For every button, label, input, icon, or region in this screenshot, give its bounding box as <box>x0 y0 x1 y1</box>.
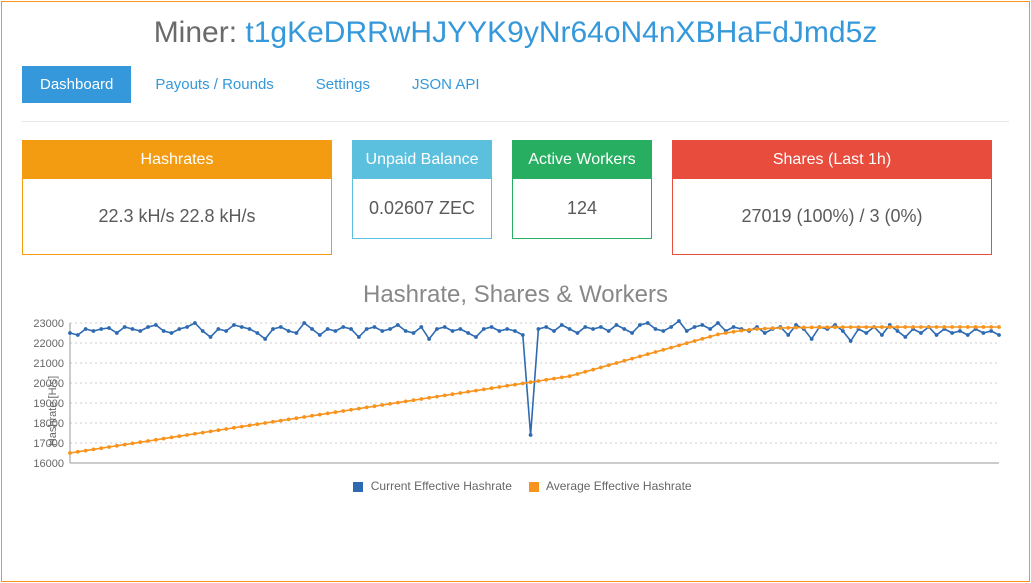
title-prefix: Miner: <box>154 16 246 49</box>
card-workers: Active Workers 124 <box>512 140 652 239</box>
tab-payouts[interactable]: Payouts / Rounds <box>137 66 291 103</box>
tab-settings[interactable]: Settings <box>298 66 388 103</box>
divider <box>22 121 1009 122</box>
card-workers-label: Active Workers <box>513 141 651 179</box>
tab-dashboard[interactable]: Dashboard <box>22 66 131 103</box>
legend-label-average: Average Effective Hashrate <box>546 479 692 493</box>
svg-text:23000: 23000 <box>33 318 64 330</box>
legend-swatch-current <box>353 482 363 492</box>
card-shares-label: Shares (Last 1h) <box>673 141 991 179</box>
chart-area: Hashrate [H/s] 1600017000180001900020000… <box>22 317 1009 505</box>
svg-text:21000: 21000 <box>33 358 64 370</box>
card-unpaid: Unpaid Balance 0.02607 ZEC <box>352 140 492 239</box>
stat-cards: Hashrates 22.3 kH/s 22.8 kH/s Unpaid Bal… <box>22 140 1009 255</box>
page-title: Miner: t1gKeDRRwHJYYK9yNr64oN4nXBHaFdJmd… <box>22 2 1009 66</box>
hashrate-chart: 1600017000180001900020000210002200023000 <box>22 317 1007 477</box>
card-shares: Shares (Last 1h) 27019 (100%) / 3 (0%) <box>672 140 992 255</box>
legend-swatch-average <box>529 482 539 492</box>
card-hashrates-label: Hashrates <box>23 141 331 179</box>
miner-address[interactable]: t1gKeDRRwHJYYK9yNr64oN4nXBHaFdJmd5z <box>245 16 877 49</box>
card-unpaid-label: Unpaid Balance <box>353 141 491 179</box>
legend-label-current: Current Effective Hashrate <box>371 479 512 493</box>
card-unpaid-value: 0.02607 ZEC <box>353 179 491 238</box>
card-hashrates-value: 22.3 kH/s 22.8 kH/s <box>23 179 331 254</box>
tab-jsonapi[interactable]: JSON API <box>394 66 498 103</box>
card-shares-value: 27019 (100%) / 3 (0%) <box>673 179 991 254</box>
tab-bar: Dashboard Payouts / Rounds Settings JSON… <box>22 66 1009 103</box>
card-hashrates: Hashrates 22.3 kH/s 22.8 kH/s <box>22 140 332 255</box>
chart-legend: Current Effective Hashrate Average Effec… <box>22 479 1009 493</box>
svg-text:22000: 22000 <box>33 338 64 350</box>
svg-text:16000: 16000 <box>33 458 64 470</box>
chart-title: Hashrate, Shares & Workers <box>22 281 1009 309</box>
chart-ylabel: Hashrate [H/s] <box>47 376 59 446</box>
card-workers-value: 124 <box>513 179 651 238</box>
